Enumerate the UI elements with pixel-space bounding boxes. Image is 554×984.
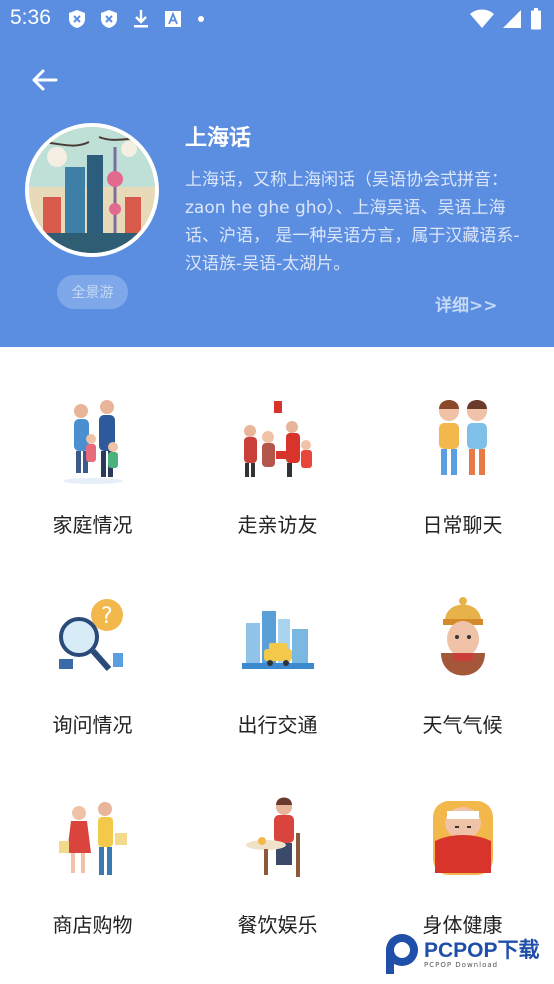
category-label: 日常聊天 (422, 513, 503, 537)
category-item-dining[interactable]: 餐饮娱乐 (185, 747, 370, 947)
tag-badge[interactable]: 全景游 (57, 275, 128, 309)
category-label: 商店购物 (52, 913, 133, 937)
system-icons (470, 8, 542, 30)
shanghai-skyline-image (29, 127, 155, 253)
sick-in-bed-illustration-icon (432, 801, 493, 875)
city-taxi-illustration-icon (241, 611, 314, 669)
category-label: 餐饮娱乐 (237, 913, 318, 937)
shield-icon (101, 10, 117, 28)
category-item-visiting[interactable]: 走亲访友 (185, 347, 370, 547)
category-label: 出行交通 (237, 713, 318, 737)
city-avatar (25, 123, 159, 257)
category-item-chatting[interactable]: 日常聊天 (370, 347, 554, 547)
watermark-sub: PCPOP Download (424, 960, 499, 969)
back-button[interactable] (24, 60, 64, 100)
category-item-family[interactable]: 家庭情况 (0, 347, 185, 547)
status-bar: 5:36 (0, 0, 554, 38)
category-item-weather[interactable]: 天气气候 (370, 547, 554, 747)
header-banner: 5:36 全景游 上海话 上海话，又称上海闲话（吴语协会式拼音：zaon he … (0, 0, 554, 347)
dining-illustration-icon (245, 797, 300, 877)
page-title: 上海话 (185, 126, 252, 151)
chatting-kids-illustration-icon (438, 400, 487, 475)
notification-icons (68, 8, 206, 30)
description-text: 上海话，又称上海闲话（吴语协会式拼音：zaon he ghe gho）、上海吴语… (185, 170, 520, 274)
arrow-left-icon (32, 69, 58, 91)
detail-link[interactable]: 详细>> (435, 291, 498, 316)
shopping-illustration-icon (58, 802, 127, 875)
category-item-health[interactable]: 身体健康 (370, 747, 554, 947)
category-label: 走亲访友 (237, 513, 318, 537)
pcpop-logo-icon (386, 934, 418, 974)
shield-icon (69, 10, 85, 28)
category-item-shopping[interactable]: 商店购物 (0, 747, 185, 947)
battery-icon (531, 8, 541, 30)
wifi-icon (470, 9, 494, 28)
category-label: 家庭情况 (52, 513, 133, 537)
dot-icon (198, 16, 204, 22)
download-icon (134, 10, 148, 28)
signal-icon (503, 10, 521, 28)
cold-weather-illustration-icon (440, 597, 485, 676)
category-item-transport[interactable]: 出行交通 (185, 547, 370, 747)
watermark-brand: PCPOP下载 (424, 938, 540, 962)
visiting-relatives-illustration-icon (243, 401, 312, 477)
watermark-text-group: PCPOP下载 PCPOP Download (424, 940, 540, 969)
magnifier-question-illustration-icon: ? (58, 599, 123, 671)
category-label: 询问情况 (52, 713, 133, 737)
category-item-inquiry[interactable]: ? 询问情况 (0, 547, 185, 747)
text-box-icon (165, 11, 181, 27)
watermark-logo: PCPOP下载 PCPOP Download (384, 932, 540, 976)
svg-text:?: ? (101, 604, 113, 629)
category-label: 天气气候 (422, 713, 503, 737)
status-time: 5:36 (10, 6, 51, 29)
family-illustration-icon (62, 400, 123, 484)
